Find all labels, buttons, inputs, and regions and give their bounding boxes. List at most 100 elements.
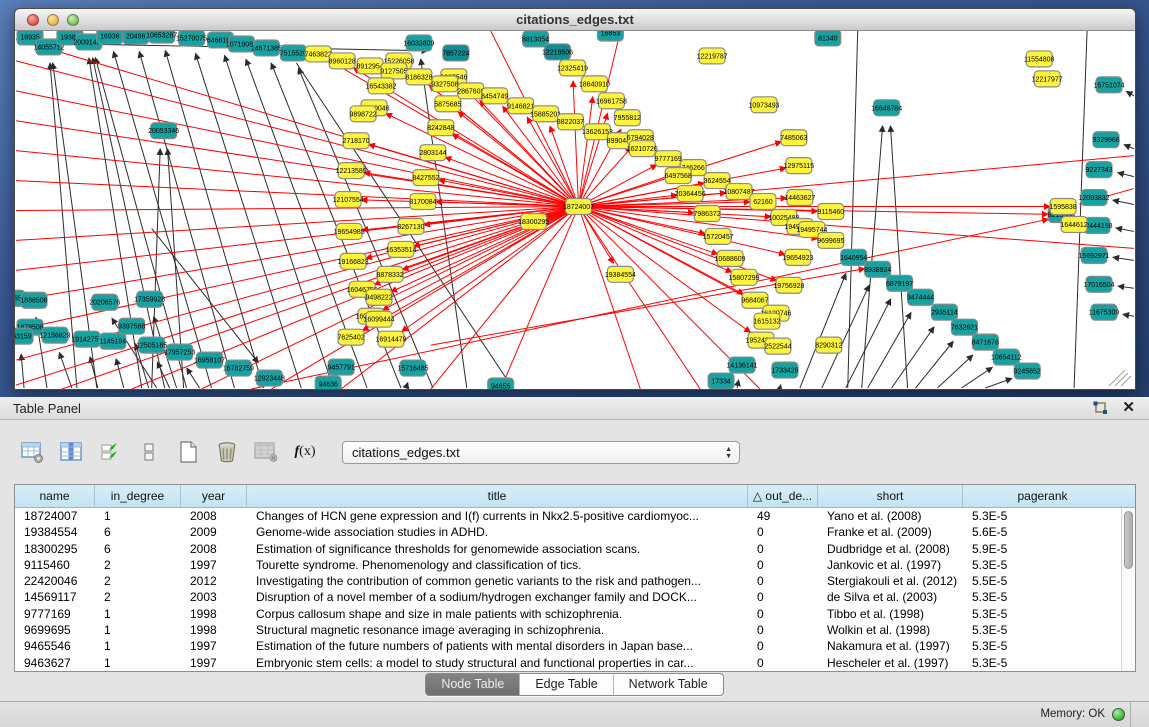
table-cell[interactable]: 5.3E-5 bbox=[963, 508, 1122, 524]
show-columns-icon[interactable] bbox=[59, 440, 83, 464]
network-edge[interactable] bbox=[573, 81, 578, 207]
table-cell[interactable]: Estimation of significance thresholds fo… bbox=[247, 541, 748, 557]
table-cell[interactable]: 2 bbox=[95, 573, 181, 589]
network-node[interactable]: 12923448 bbox=[254, 370, 285, 386]
table-cell[interactable]: Estimation of the future numbers of pati… bbox=[247, 638, 748, 654]
table-row[interactable]: 1456911722003Disruption of a novel membe… bbox=[15, 589, 1135, 605]
network-node[interactable]: 12093832 bbox=[1079, 190, 1110, 206]
network-edge[interactable] bbox=[116, 359, 124, 388]
network-edge[interactable] bbox=[937, 355, 972, 388]
network-node[interactable]: 11675309 bbox=[1089, 304, 1120, 320]
network-node[interactable]: 1733426 bbox=[771, 362, 798, 378]
table-cell[interactable]: 1998 bbox=[181, 606, 247, 622]
network-node[interactable]: 16648784 bbox=[871, 100, 902, 116]
column-header[interactable]: in_degree bbox=[95, 485, 181, 507]
table-cell[interactable]: Hescheler et al. (1997) bbox=[818, 655, 963, 671]
table-cell[interactable]: 9465546 bbox=[15, 638, 95, 654]
network-node[interactable]: 12107554 bbox=[333, 192, 364, 208]
network-node[interactable]: 1888508 bbox=[20, 292, 47, 308]
table-cell[interactable]: de Silva et al. (2003) bbox=[818, 589, 963, 605]
table-cell[interactable]: 2003 bbox=[181, 589, 247, 605]
network-node[interactable]: 15751074 bbox=[1094, 77, 1125, 93]
network-node[interactable]: 15807299 bbox=[729, 269, 760, 285]
network-node[interactable]: 15692971 bbox=[1079, 247, 1110, 263]
table-cell[interactable]: 9463627 bbox=[15, 655, 95, 671]
table-cell[interactable]: Embryonic stem cells: a model to study s… bbox=[247, 655, 748, 671]
table-cell[interactable]: Tourette syndrome. Phenomenology and cla… bbox=[247, 557, 748, 573]
float-panel-icon[interactable] bbox=[1092, 401, 1108, 416]
network-node[interactable]: 16099444 bbox=[364, 311, 395, 327]
column-header[interactable]: short bbox=[818, 485, 963, 507]
network-node[interactable]: 9245652 bbox=[1014, 363, 1041, 379]
table-cell[interactable]: Tibbo et al. (1998) bbox=[818, 606, 963, 622]
table-row[interactable]: 946554611997Estimation of the future num… bbox=[15, 638, 1135, 654]
table-cell[interactable]: 18724007 bbox=[15, 508, 95, 524]
network-node[interactable]: 17957253 bbox=[164, 344, 195, 360]
network-edge[interactable] bbox=[890, 126, 907, 388]
table-cell[interactable]: Corpus callosum shape and size in male p… bbox=[247, 606, 748, 622]
create-column-icon[interactable] bbox=[176, 440, 200, 464]
network-node[interactable]: 8938924 bbox=[864, 261, 891, 277]
network-edge[interactable] bbox=[578, 97, 592, 207]
table-cell[interactable]: Dudbridge et al. (2008) bbox=[818, 541, 963, 557]
network-node[interactable]: 7485063 bbox=[780, 130, 807, 146]
table-cell[interactable]: Nakamura et al. (1997) bbox=[818, 638, 963, 654]
network-node[interactable]: 2522544 bbox=[764, 338, 791, 354]
table-cell[interactable]: 5.3E-5 bbox=[963, 606, 1122, 622]
network-edge[interactable] bbox=[16, 207, 578, 301]
table-cell[interactable]: 5.6E-5 bbox=[963, 524, 1122, 540]
table-cell[interactable]: 0 bbox=[748, 638, 818, 654]
table-cell[interactable]: Disruption of a novel member of a sodium… bbox=[247, 589, 748, 605]
network-node[interactable]: 12218506 bbox=[542, 44, 573, 60]
network-node[interactable]: 8822037 bbox=[557, 114, 584, 130]
network-edge[interactable] bbox=[187, 368, 200, 388]
network-canvas[interactable]: 1893514055712193842009140616936204961065… bbox=[15, 31, 1135, 389]
network-node[interactable]: 20053346 bbox=[148, 123, 179, 139]
network-node[interactable]: 15716485 bbox=[397, 360, 428, 376]
table-cell[interactable]: 5.3E-5 bbox=[963, 655, 1122, 671]
network-node[interactable]: 16543382 bbox=[366, 78, 397, 94]
network-node[interactable]: 8170084 bbox=[409, 194, 436, 210]
network-window-titlebar[interactable]: citations_edges.txt bbox=[15, 9, 1135, 31]
table-cell[interactable]: 6 bbox=[95, 524, 181, 540]
close-panel-icon[interactable]: ✕ bbox=[1122, 400, 1135, 416]
network-node[interactable]: 94636 bbox=[315, 376, 341, 389]
table-cell[interactable]: 0 bbox=[748, 589, 818, 605]
column-header[interactable]: year bbox=[181, 485, 247, 507]
network-node[interactable]: 9127505 bbox=[380, 63, 407, 79]
network-node[interactable]: 15720457 bbox=[703, 228, 734, 244]
network-edge[interactable] bbox=[386, 113, 579, 206]
table-cell[interactable]: Franke et al. (2009) bbox=[818, 524, 963, 540]
function-builder-icon[interactable]: f(x) bbox=[293, 440, 317, 464]
table-row[interactable]: 946362711997Embryonic stem cells: a mode… bbox=[15, 655, 1135, 671]
network-node[interactable]: 62160 bbox=[750, 194, 776, 210]
merge-rows-icon[interactable] bbox=[137, 440, 161, 464]
network-node[interactable]: 16958107 bbox=[194, 352, 225, 368]
table-cell[interactable]: 5.3E-5 bbox=[963, 557, 1122, 573]
network-graph[interactable]: 1893514055712193842009140616936204961065… bbox=[15, 31, 1135, 389]
network-node[interactable]: 14463627 bbox=[784, 190, 815, 206]
table-cell[interactable]: 18300295 bbox=[15, 541, 95, 557]
network-edge[interactable] bbox=[225, 55, 334, 388]
column-header[interactable]: title bbox=[247, 485, 748, 507]
column-header[interactable]: name bbox=[15, 485, 95, 507]
resize-grip-icon[interactable] bbox=[1115, 373, 1128, 386]
network-node[interactable]: 9329966 bbox=[1092, 132, 1119, 148]
network-node[interactable]: 16353514 bbox=[385, 241, 416, 257]
network-node[interactable]: 16782759 bbox=[223, 360, 254, 376]
network-edge[interactable] bbox=[1116, 228, 1134, 232]
table-cell[interactable]: Jankovic et al. (1997) bbox=[818, 557, 963, 573]
table-cell[interactable]: Wolkin et al. (1998) bbox=[818, 622, 963, 638]
network-node[interactable]: 12219787 bbox=[697, 48, 728, 64]
network-node[interactable]: 8267130 bbox=[397, 218, 424, 234]
network-edge[interactable] bbox=[406, 382, 408, 388]
network-node[interactable]: 7632621 bbox=[951, 319, 978, 335]
network-node[interactable]: 20364456 bbox=[675, 186, 706, 202]
table-cell[interactable]: 2008 bbox=[181, 541, 247, 557]
network-node[interactable]: 9777169 bbox=[655, 151, 682, 167]
network-node[interactable]: 2935114 bbox=[931, 304, 958, 320]
network-node[interactable]: 933159 bbox=[15, 328, 33, 344]
network-edge[interactable] bbox=[916, 341, 954, 388]
table-cell[interactable]: 0 bbox=[748, 541, 818, 557]
network-node[interactable]: 6497568 bbox=[665, 168, 692, 184]
